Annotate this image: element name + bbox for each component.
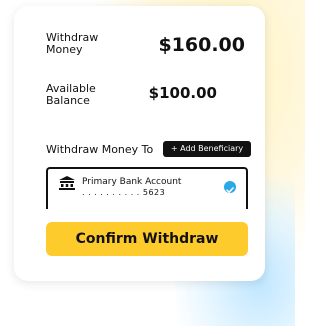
- withdraw-amount: $160.00: [158, 34, 245, 56]
- confirm-withdraw-button[interactable]: Confirm Withdraw: [46, 222, 248, 256]
- account-number: . . . . . . . . . . 5623: [82, 188, 166, 197]
- add-beneficiary-button[interactable]: + Add Beneficiary: [163, 141, 251, 157]
- check-icon: [224, 181, 236, 193]
- account-name: Primary Bank Account: [82, 177, 182, 187]
- beneficiary-option-primary[interactable]: Primary Bank Account . . . . . . . . . .…: [46, 167, 248, 209]
- bank-icon: [59, 175, 75, 194]
- available-balance-amount: $100.00: [148, 84, 217, 102]
- withdraw-to-label: Withdraw Money To: [46, 143, 154, 156]
- withdraw-money-label: Withdraw Money: [46, 31, 99, 56]
- available-balance-label: Available Balance: [46, 82, 96, 107]
